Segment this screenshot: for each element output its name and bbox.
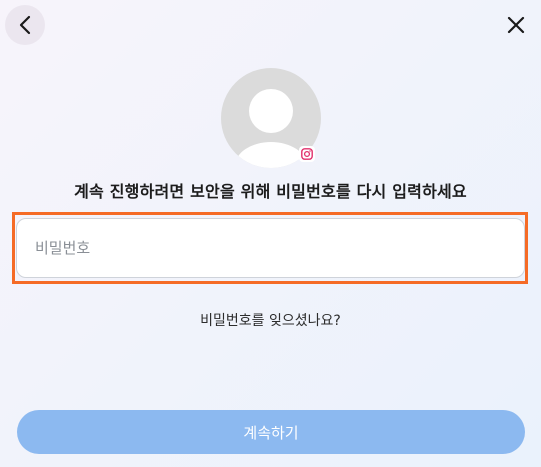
continue-button[interactable]: 계속하기 [17, 410, 525, 454]
chevron-left-icon [19, 15, 31, 35]
instagram-icon [301, 148, 313, 160]
forgot-password-link[interactable]: 비밀번호를 잊으셨나요? [0, 310, 541, 330]
profile-avatar-group [221, 68, 321, 168]
close-button[interactable] [503, 12, 529, 38]
instagram-badge [299, 146, 315, 162]
password-input[interactable] [16, 218, 525, 278]
close-icon [507, 16, 525, 34]
reauth-prompt: 계속 진행하려면 보안을 위해 비밀번호를 다시 입력하세요 [74, 182, 467, 201]
back-button[interactable] [5, 5, 45, 45]
reauth-dialog: 계속 진행하려면 보안을 위해 비밀번호를 다시 입력하세요 비밀번호를 잊으셨… [0, 0, 541, 467]
